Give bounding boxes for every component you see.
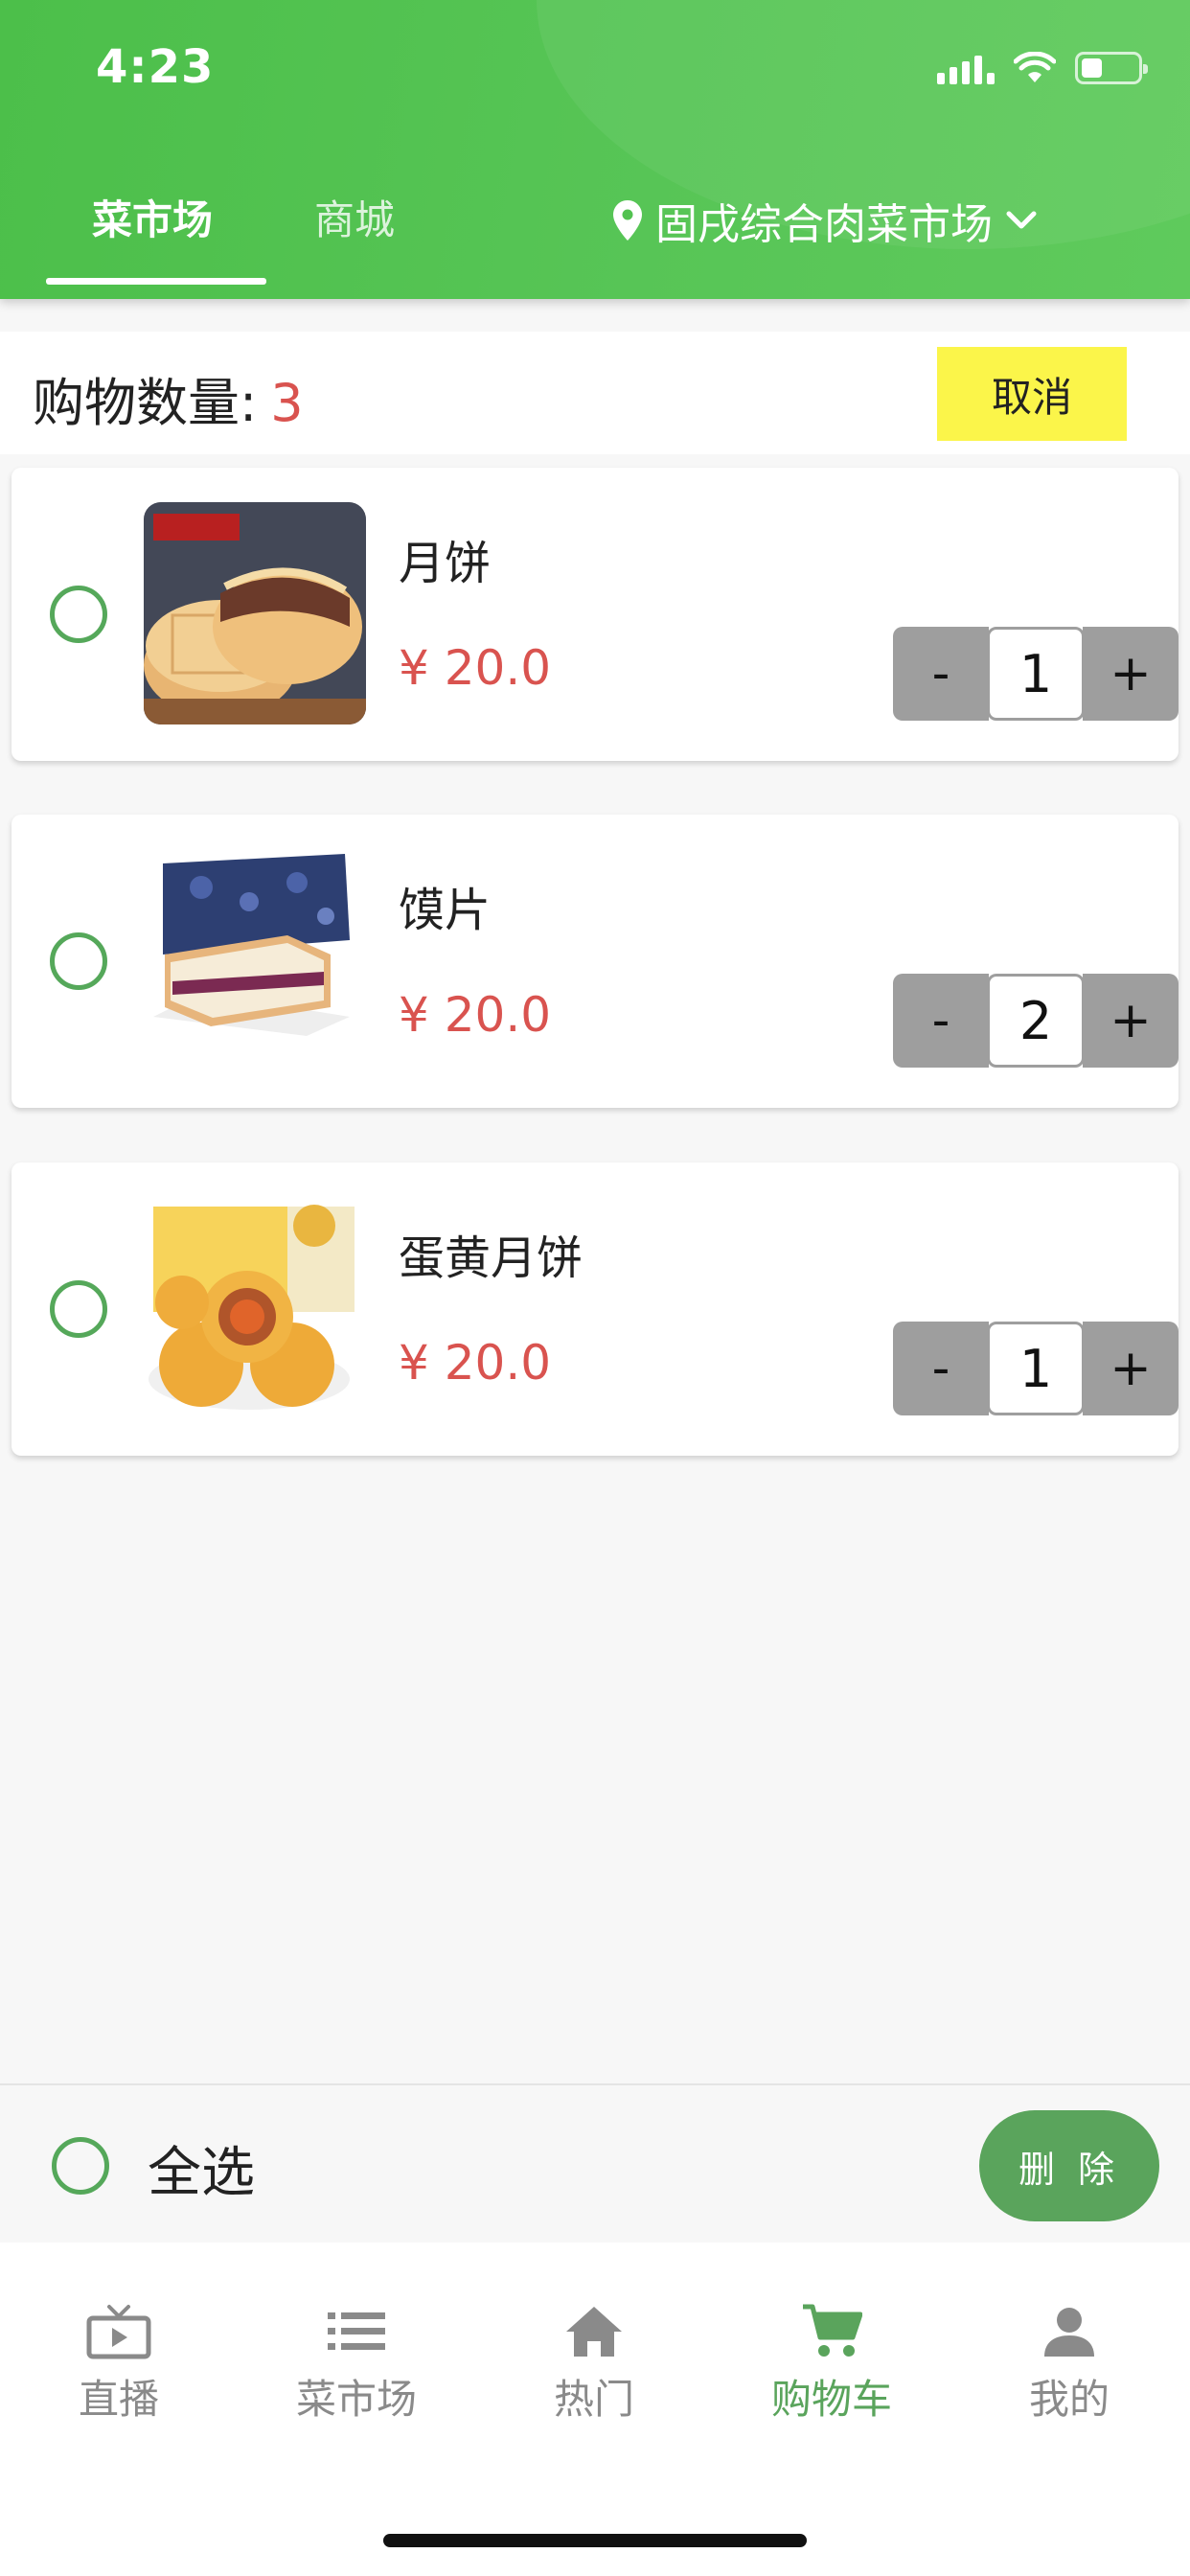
select-all-bar: 全选 删 除 bbox=[0, 2083, 1190, 2242]
item-select-checkbox[interactable] bbox=[50, 932, 107, 990]
tab-mall[interactable]: 商城 bbox=[314, 188, 395, 246]
select-all-label[interactable]: 全选 bbox=[148, 2129, 255, 2207]
nav-item-profile[interactable]: 我的 bbox=[950, 2300, 1188, 2444]
decrease-quantity-button[interactable]: - bbox=[893, 974, 989, 1068]
quantity-value[interactable]: 2 bbox=[987, 974, 1085, 1068]
cart-icon bbox=[801, 2300, 862, 2363]
decrease-quantity-button[interactable]: - bbox=[893, 1322, 989, 1415]
chevron-down-icon bbox=[1006, 211, 1037, 229]
nav-item-cart[interactable]: 购物车 bbox=[713, 2300, 950, 2444]
cart-count: 购物数量: 3 bbox=[33, 360, 304, 436]
quantity-value[interactable]: 1 bbox=[987, 1322, 1085, 1415]
location-name: 固戌综合肉菜市场 bbox=[655, 200, 993, 249]
item-select-checkbox[interactable] bbox=[50, 1280, 107, 1338]
cellular-signal-icon bbox=[937, 52, 995, 84]
nav-item-market[interactable]: 菜市场 bbox=[238, 2300, 475, 2444]
decrease-quantity-button[interactable]: - bbox=[893, 627, 989, 721]
bottom-navigation: 直播 菜市场 热门 购物车 我的 bbox=[0, 2242, 1190, 2576]
tv-icon bbox=[86, 2300, 151, 2363]
cart-item: 蛋黄月饼 ¥ 20.0 - 1 + bbox=[11, 1162, 1179, 1456]
home-indicator bbox=[383, 2534, 807, 2547]
home-icon bbox=[564, 2300, 624, 2363]
nav-item-hot[interactable]: 热门 bbox=[475, 2300, 713, 2444]
quantity-value[interactable]: 1 bbox=[987, 627, 1085, 721]
active-tab-indicator bbox=[46, 278, 266, 285]
wifi-icon bbox=[1014, 52, 1056, 82]
item-name: 馍片 bbox=[399, 884, 492, 937]
battery-level bbox=[1082, 58, 1103, 78]
nav-label: 购物车 bbox=[770, 2376, 892, 2423]
quantity-stepper: - 2 + bbox=[893, 974, 1179, 1068]
location-pin-icon bbox=[613, 200, 642, 241]
status-icons bbox=[937, 52, 1148, 84]
nav-item-live[interactable]: 直播 bbox=[0, 2300, 238, 2444]
location-selector[interactable]: 固戌综合肉菜市场 bbox=[613, 190, 1037, 251]
cart-count-label: 购物数量: bbox=[33, 373, 258, 433]
increase-quantity-button[interactable]: + bbox=[1083, 627, 1179, 721]
app-header: 4:23 菜市场 商城 固戌综合肉菜市场 bbox=[0, 0, 1190, 299]
item-name: 月饼 bbox=[399, 537, 492, 590]
item-price: ¥ 20.0 bbox=[399, 1335, 552, 1391]
increase-quantity-button[interactable]: + bbox=[1083, 1322, 1179, 1415]
nav-label: 热门 bbox=[553, 2376, 634, 2423]
list-icon bbox=[328, 2300, 385, 2363]
quantity-stepper: - 1 + bbox=[893, 627, 1179, 721]
select-all-checkbox[interactable] bbox=[52, 2137, 109, 2195]
cart-item: 月饼 ¥ 20.0 - 1 + bbox=[11, 468, 1179, 761]
increase-quantity-button[interactable]: + bbox=[1083, 974, 1179, 1068]
cart-count-value: 3 bbox=[270, 373, 304, 433]
status-time: 4:23 bbox=[96, 40, 215, 94]
item-price: ¥ 20.0 bbox=[399, 640, 552, 696]
nav-label: 我的 bbox=[1028, 2376, 1110, 2423]
item-price: ¥ 20.0 bbox=[399, 987, 552, 1043]
sandwich-bread-image bbox=[144, 849, 366, 1071]
cancel-button[interactable]: 取消 bbox=[937, 347, 1127, 441]
quantity-stepper: - 1 + bbox=[893, 1322, 1179, 1415]
person-icon bbox=[1042, 2300, 1096, 2363]
cart-item: 馍片 ¥ 20.0 - 2 + bbox=[11, 815, 1179, 1108]
egg-yolk-mooncake-image bbox=[144, 1197, 366, 1419]
delete-button[interactable]: 删 除 bbox=[979, 2110, 1159, 2221]
item-select-checkbox[interactable] bbox=[50, 586, 107, 643]
tab-vegetable-market[interactable]: 菜市场 bbox=[92, 188, 213, 246]
battery-icon bbox=[1075, 52, 1148, 84]
nav-label: 菜市场 bbox=[295, 2376, 417, 2423]
mooncake-image bbox=[144, 502, 366, 724]
item-name: 蛋黄月饼 bbox=[399, 1231, 584, 1285]
cart-count-bar: 购物数量: 3 取消 bbox=[0, 332, 1190, 454]
nav-label: 直播 bbox=[78, 2376, 159, 2423]
